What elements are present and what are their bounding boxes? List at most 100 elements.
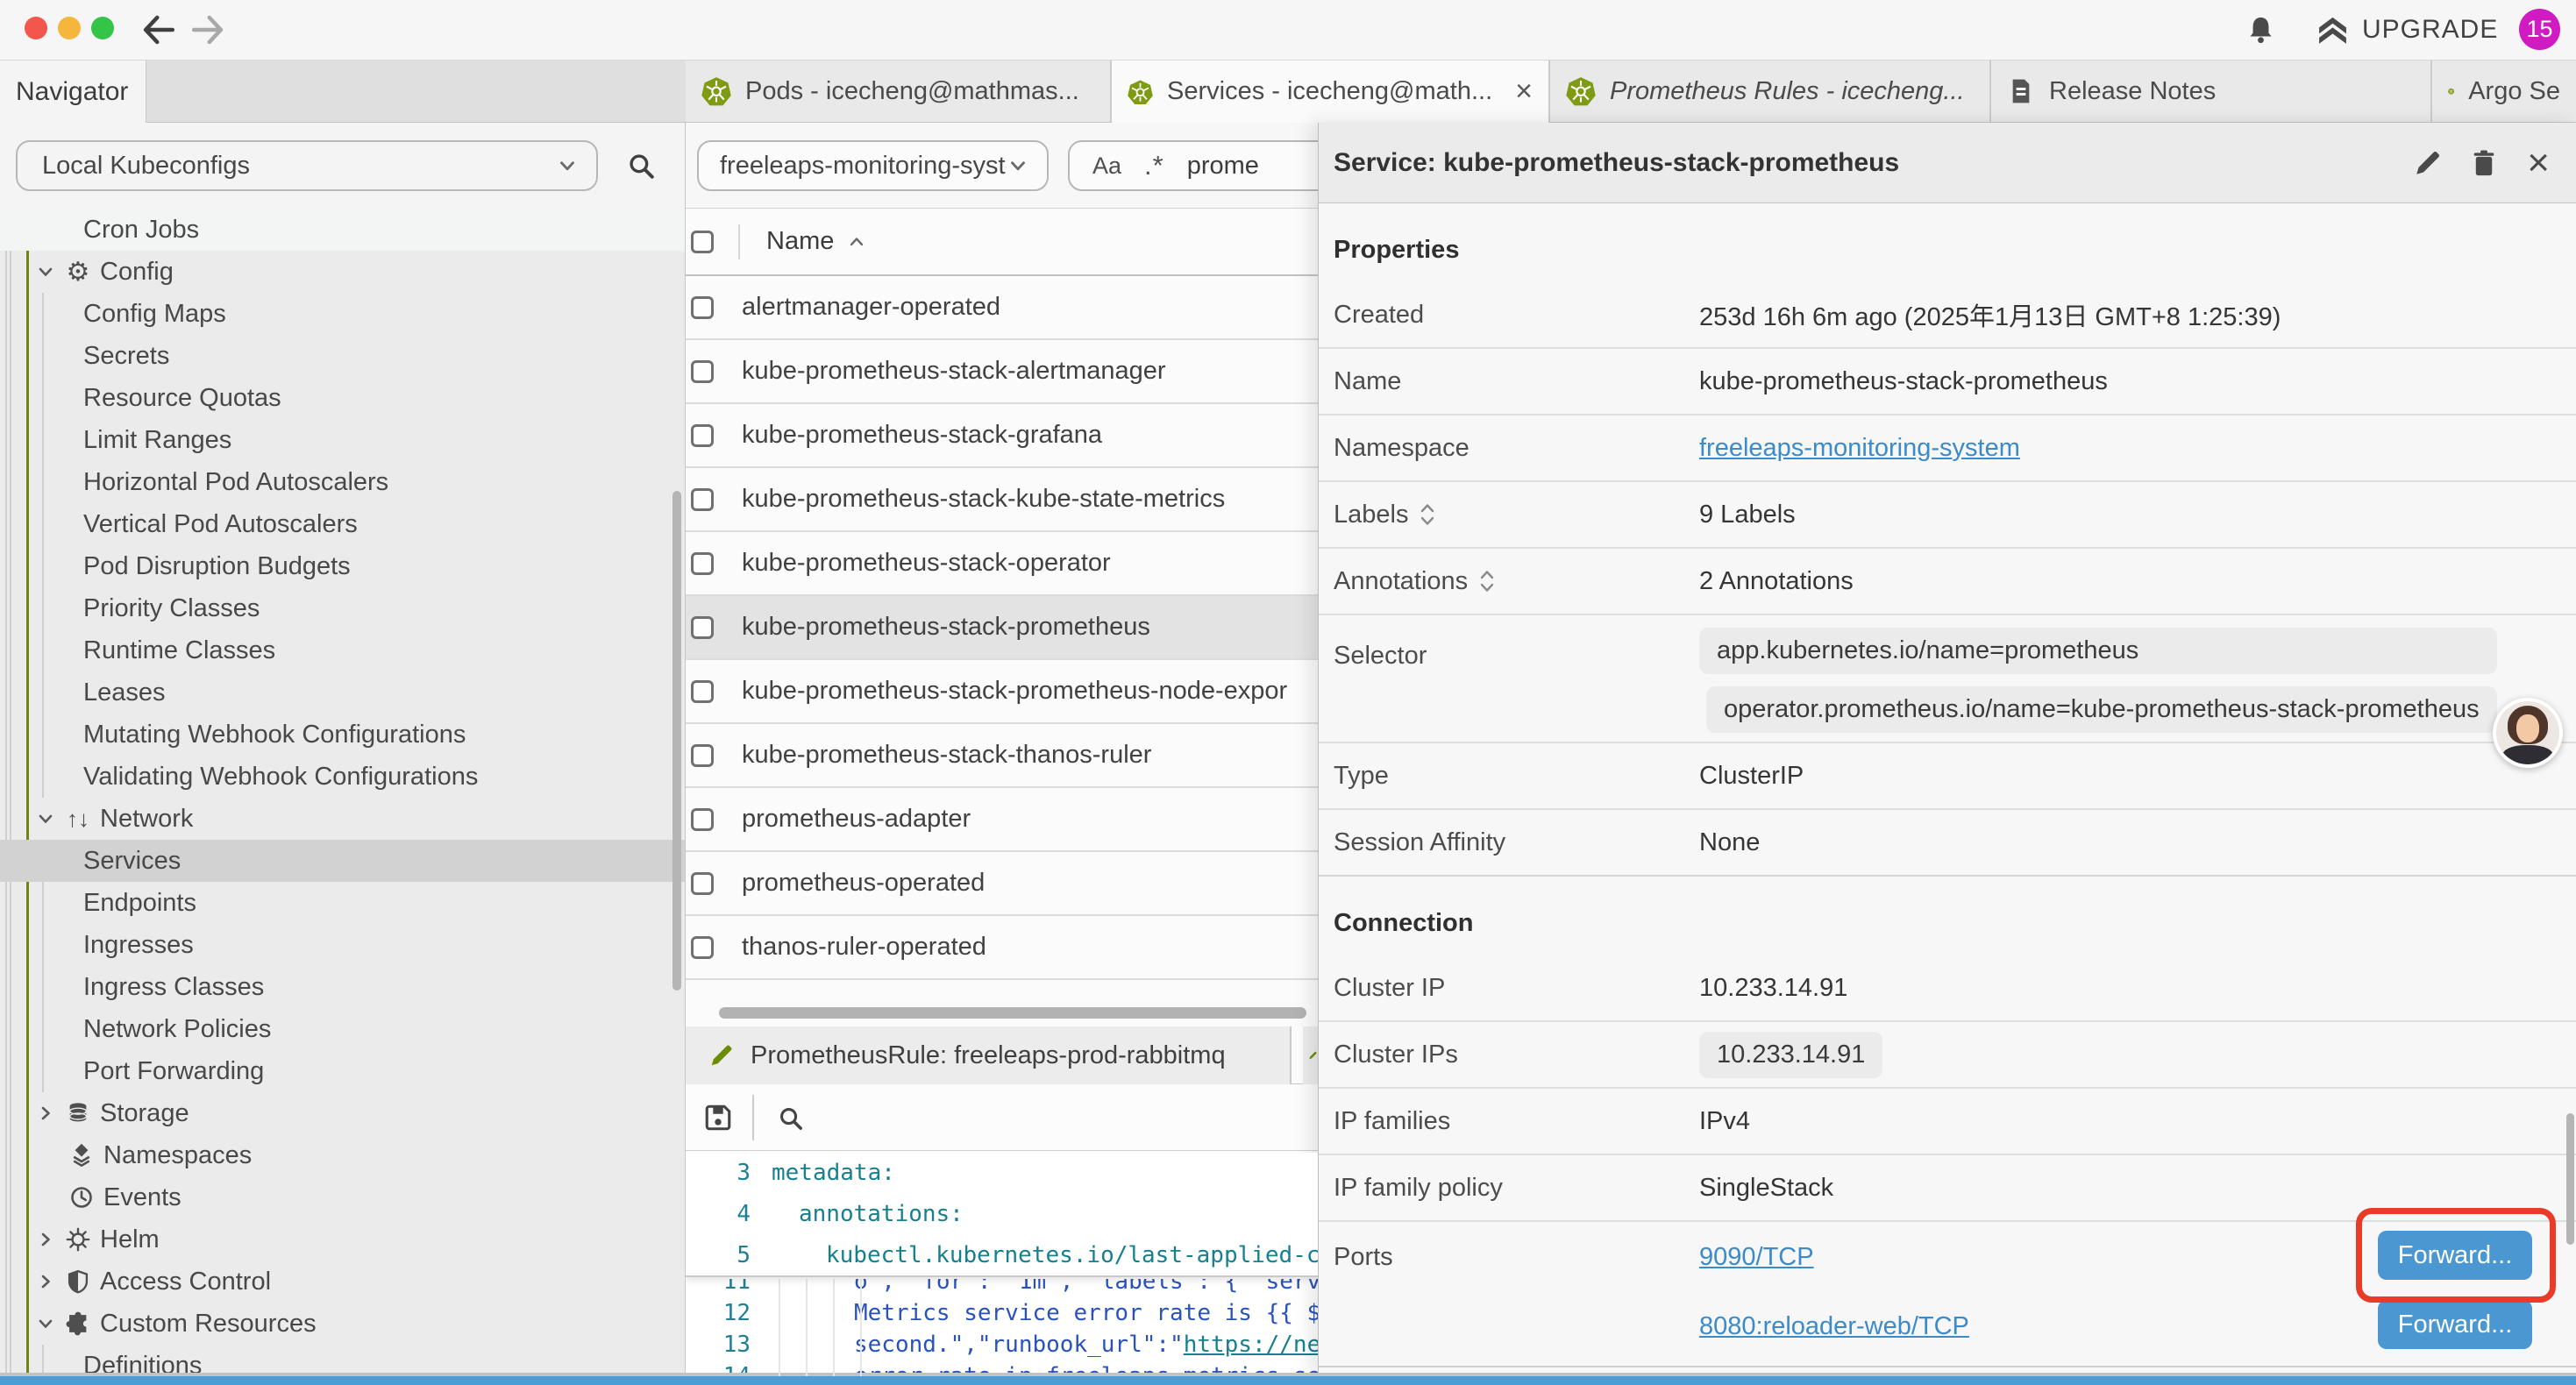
sidebar-group-access-control[interactable]: Access Control [0,1261,685,1303]
tab-services[interactable]: Services - icecheng@math... × [1112,60,1550,123]
row-checkbox[interactable] [691,360,714,383]
table-row[interactable]: kube-prometheus-stack-grafana [686,404,1318,468]
row-checkbox[interactable] [691,488,714,511]
port-9090-link[interactable]: 9090/TCP [1699,1243,1814,1272]
chevron-down-icon[interactable] [35,261,56,282]
chevron-right-icon[interactable] [35,1271,56,1292]
sidebar-item-config-maps[interactable]: Config Maps [0,293,685,335]
row-checkbox[interactable] [691,616,714,639]
close-panel-icon[interactable]: × [2527,144,2550,182]
regex-toggle[interactable]: .* [1144,150,1164,181]
table-row[interactable]: prometheus-operated [686,852,1318,916]
row-checkbox[interactable] [691,936,714,959]
sidebar-item-port-forwarding[interactable]: Port Forwarding [0,1050,685,1092]
forward-button[interactable] [189,0,226,60]
row-checkbox[interactable] [691,744,714,767]
details-scrollbar[interactable] [2566,1113,2574,1245]
yaml-editor[interactable]: 11 o", "for": "1m", "labels": { "service… [686,1151,1318,1376]
sidebar-item-pod-disruption-budgets[interactable]: Pod Disruption Budgets [0,545,685,587]
sidebar-item-events[interactable]: Events [0,1176,685,1218]
tab-prometheus-rules[interactable]: Prometheus Rules - icecheng... [1550,60,1991,122]
select-all-checkbox[interactable] [691,231,714,253]
sidebar-item-vertical-pod-autoscalers[interactable]: Vertical Pod Autoscalers [0,503,685,545]
row-checkbox[interactable] [691,680,714,703]
table-row[interactable]: alertmanager-operated [686,276,1318,340]
editor-search-icon[interactable] [777,1104,804,1132]
tab-pods[interactable]: Pods - icecheng@mathmas... [686,60,1112,122]
sidebar-item-runtime-classes[interactable]: Runtime Classes [0,629,685,671]
notifications-bell-icon[interactable] [2245,14,2277,46]
table-row-selected[interactable]: kube-prometheus-stack-prometheus [686,596,1318,660]
sidebar-group-custom-resources[interactable]: Custom Resources [0,1303,685,1345]
runbook-url-link[interactable]: https://net [1184,1332,1318,1358]
sidebar-item-leases[interactable]: Leases [0,671,685,714]
port-8080-link[interactable]: 8080:reloader-web/TCP [1699,1312,1969,1341]
sidebar-item-mutating-webhook-configurations[interactable]: Mutating Webhook Configurations [0,714,685,756]
sidebar-group-helm[interactable]: Helm [0,1218,685,1261]
row-checkbox[interactable] [691,552,714,575]
forward-port-8080-button[interactable]: Forward... [2378,1300,2532,1349]
namespace-select[interactable]: freeleaps-monitoring-system [697,140,1049,191]
sidebar-scrollbar[interactable] [672,491,681,991]
namespace-link[interactable]: freeleaps-monitoring-system [1699,434,2020,463]
sidebar-item-network-policies[interactable]: Network Policies [0,1008,685,1050]
chevron-down-icon[interactable] [35,808,56,829]
expand-collapse-icon[interactable] [1419,502,1436,527]
traffic-light-maximize[interactable] [91,17,114,39]
back-button[interactable] [140,0,177,60]
row-checkbox[interactable] [691,808,714,831]
match-case-toggle[interactable]: Aa [1092,153,1121,180]
sidebar-group-network[interactable]: ↑↓ Network [0,798,685,840]
table-row[interactable]: kube-prometheus-stack-thanos-ruler [686,724,1318,788]
table-row[interactable]: kube-prometheus-stack-alertmanager [686,340,1318,404]
delete-trash-icon[interactable] [2469,148,2499,178]
avatar[interactable] [2493,698,2563,768]
expand-collapse-icon[interactable] [1478,569,1496,593]
table-row[interactable]: kube-prometheus-stack-prometheus-node-ex… [686,660,1318,724]
save-icon[interactable] [703,1103,733,1133]
sidebar-item-endpoints[interactable]: Endpoints [0,882,685,924]
close-tab-icon[interactable]: × [1506,75,1533,109]
traffic-light-close[interactable] [25,17,47,39]
tab-argo[interactable]: Argo Se [2432,60,2576,122]
table-row[interactable]: kube-prometheus-stack-operator [686,532,1318,596]
table-row[interactable]: thanos-ruler-operated [686,916,1318,980]
sidebar-group-storage[interactable]: Storage [0,1092,685,1134]
sidebar-item-ingress-classes[interactable]: Ingress Classes [0,966,685,1008]
horizontal-scrollbar[interactable] [719,1007,1306,1019]
sidebar-item-secrets[interactable]: Secrets [0,335,685,377]
chevron-down-icon[interactable] [35,1313,56,1334]
chevron-right-icon[interactable] [35,1229,56,1250]
column-header-name[interactable]: Name [766,227,867,256]
row-checkbox[interactable] [691,424,714,447]
editor-tab-partial[interactable] [1303,1026,1318,1084]
sidebar-item-limit-ranges[interactable]: Limit Ranges [0,419,685,461]
chevron-right-icon[interactable] [35,1103,56,1124]
sidebar-item-validating-webhook-configurations[interactable]: Validating Webhook Configurations [0,756,685,798]
edit-pencil-icon[interactable] [2413,148,2443,178]
row-checkbox[interactable] [691,296,714,319]
sidebar-item-resource-quotas[interactable]: Resource Quotas [0,377,685,419]
tab-release-notes[interactable]: Release Notes [1991,60,2432,122]
sidebar-item-namespaces[interactable]: Namespaces [0,1134,685,1176]
list-search-input[interactable]: Aa .* prome [1068,140,1318,191]
row-checkbox[interactable] [691,872,714,895]
sidebar-item-ingresses[interactable]: Ingresses [0,924,685,966]
sidebar-item-definitions[interactable]: Definitions [0,1345,685,1376]
sidebar-item-horizontal-pod-autoscalers[interactable]: Horizontal Pod Autoscalers [0,461,685,503]
kubeconfig-select[interactable]: Local Kubeconfigs [16,140,598,191]
sidebar-item-cron-jobs[interactable]: Cron Jobs [0,209,685,251]
editor-tab-prometheusrule[interactable]: PrometheusRule: freeleaps-prod-rabbitmq [686,1026,1292,1084]
upgrade-label[interactable]: UPGRADE [2362,0,2498,60]
table-row[interactable]: prometheus-adapter [686,788,1318,852]
tab-navigator[interactable]: Navigator [0,60,146,123]
sidebar-item-services[interactable]: Services [0,840,685,882]
search-query-text[interactable]: prome [1187,152,1259,181]
sidebar-group-config[interactable]: ⚙ Config [0,251,685,293]
navigator-search-icon[interactable] [626,151,656,181]
table-row[interactable]: kube-prometheus-stack-kube-state-metrics [686,468,1318,532]
sidebar-item-priority-classes[interactable]: Priority Classes [0,587,685,629]
notification-count-badge[interactable]: 15 [2519,9,2560,50]
traffic-light-minimize[interactable] [58,17,81,39]
upgrade-icon[interactable] [2316,14,2349,46]
